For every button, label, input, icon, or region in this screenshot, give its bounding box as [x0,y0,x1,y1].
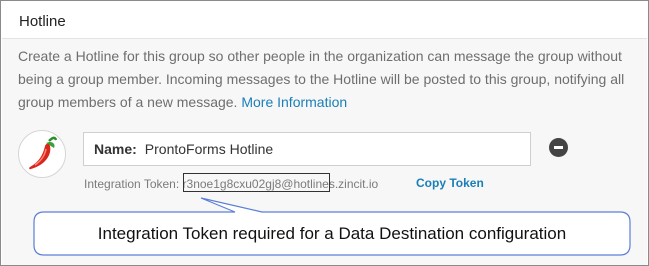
callout-text: Integration Token required for a Data De… [97,224,567,243]
